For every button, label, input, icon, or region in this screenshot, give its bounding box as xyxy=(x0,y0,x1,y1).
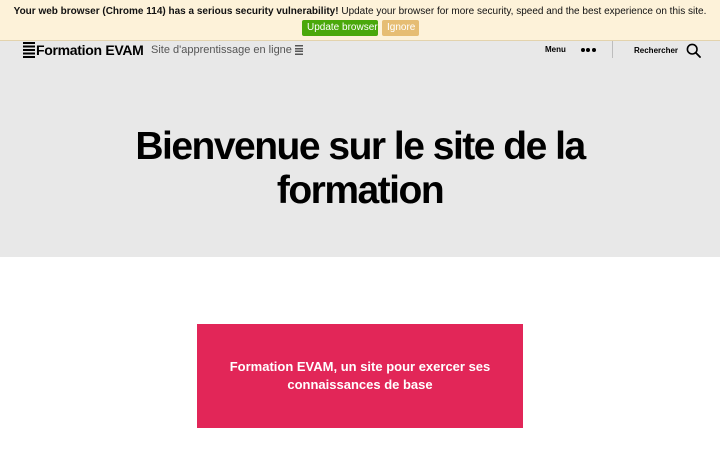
site-header: Formation EVAM Site d'apprentissage en l… xyxy=(0,41,720,61)
header-divider xyxy=(612,41,613,58)
outdated-browser-banner: Your web browser (Chrome 114) has a seri… xyxy=(0,0,720,41)
banner-warning-rest: Update your browser for more security, s… xyxy=(338,6,707,17)
search-toggle-button[interactable]: Rechercher xyxy=(634,43,701,58)
site-title[interactable]: Formation EVAM xyxy=(36,42,144,58)
feature-card-text: Formation EVAM, un site pour exercer ses… xyxy=(229,359,491,392)
banner-message: Your web browser (Chrome 114) has a seri… xyxy=(0,6,720,17)
banner-warning-bold: Your web browser (Chrome 114) has a seri… xyxy=(13,6,339,17)
menu-label: Menu xyxy=(545,45,566,54)
tagline-text: Site d'apprentissage en ligne xyxy=(151,44,292,56)
dots-horizontal-icon xyxy=(580,47,598,52)
update-browser-button[interactable]: Update browser xyxy=(302,20,378,36)
feature-card: Formation EVAM, un site pour exercer ses… xyxy=(197,324,523,428)
ignore-button[interactable]: Ignore xyxy=(382,20,419,36)
search-icon xyxy=(686,43,701,58)
tagline-decoration-icon xyxy=(294,44,303,56)
site-brand[interactable]: Formation EVAM xyxy=(23,41,144,59)
menu-toggle-button[interactable]: Menu xyxy=(545,45,597,54)
hero-section: Bienvenue sur le site de la formation xyxy=(0,61,720,257)
search-label: Rechercher xyxy=(634,46,679,55)
page-title: Bienvenue sur le site de la formation xyxy=(135,125,586,212)
site-tagline: Site d'apprentissage en ligne xyxy=(151,44,303,56)
site-logo-icon xyxy=(23,42,35,58)
